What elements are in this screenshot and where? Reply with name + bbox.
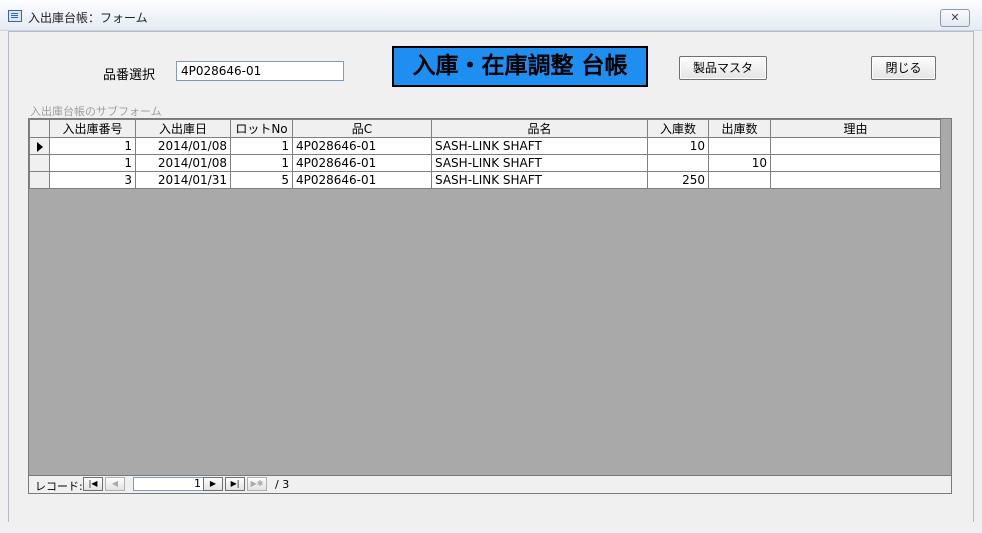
column-header[interactable]: 理由	[770, 119, 941, 138]
select-all-corner[interactable]	[29, 119, 50, 138]
table-cell[interactable]: 10	[647, 137, 709, 155]
column-header[interactable]: 品C	[292, 119, 432, 138]
form-window: 入出庫台帳：フォーム ✕ 品番選択 入庫・在庫調整 台帳 製品マスタ 閉じる 入…	[0, 0, 982, 533]
column-header[interactable]: ロットNo	[230, 119, 293, 138]
form-icon	[8, 10, 22, 22]
table-cell[interactable]	[770, 154, 941, 172]
subform-label: 入出庫台帳のサブフォーム	[30, 105, 162, 118]
close-window-button[interactable]: ✕	[940, 9, 970, 27]
next-record-icon: ▶	[209, 479, 217, 488]
current-record-icon	[36, 141, 43, 152]
ledger-table: 入出庫番号 入出庫日 ロットNo 品C 品名 入庫数 出庫数 理由 1 2014…	[29, 119, 941, 189]
first-record-button[interactable]: |◀	[83, 477, 103, 491]
window-title: 入出庫台帳：フォーム	[28, 11, 148, 25]
table-cell[interactable]: 5	[230, 171, 293, 189]
table-cell[interactable]: 1	[49, 137, 136, 155]
record-total: / 3	[275, 478, 290, 491]
table-cell[interactable]	[708, 171, 771, 189]
table-cell[interactable]: 250	[647, 171, 709, 189]
column-header[interactable]: 入出庫日	[135, 119, 231, 138]
table-cell[interactable]: 4P028646-01	[292, 137, 432, 155]
table-cell[interactable]: 1	[49, 154, 136, 172]
column-header[interactable]: 出庫数	[708, 119, 771, 138]
subform-datasheet: 入出庫番号 入出庫日 ロットNo 品C 品名 入庫数 出庫数 理由 1 2014…	[28, 118, 952, 476]
table-cell[interactable]: 10	[708, 154, 771, 172]
first-record-icon: |◀	[88, 479, 98, 488]
record-selector[interactable]	[29, 171, 50, 189]
new-record-button[interactable]: ▶✱	[247, 477, 267, 491]
table-cell[interactable]	[647, 154, 709, 172]
table-cell[interactable]: 4P028646-01	[292, 171, 432, 189]
column-header[interactable]: 入庫数	[647, 119, 709, 138]
header-row: 入出庫番号 入出庫日 ロットNo 品C 品名 入庫数 出庫数 理由	[29, 119, 941, 138]
next-record-button[interactable]: ▶	[203, 477, 223, 491]
record-label: レコード:	[35, 480, 83, 493]
title-bar: 入出庫台帳：フォーム ✕	[0, 0, 982, 31]
table-row[interactable]: 1 2014/01/08 1 4P028646-01 SASH-LINK SHA…	[29, 154, 941, 172]
table-cell[interactable]: 4P028646-01	[292, 154, 432, 172]
column-header[interactable]: 品名	[431, 119, 648, 138]
table-row[interactable]: 3 2014/01/31 5 4P028646-01 SASH-LINK SHA…	[29, 171, 941, 189]
table-cell[interactable]	[770, 171, 941, 189]
table-cell[interactable]	[770, 137, 941, 155]
table-cell[interactable]: SASH-LINK SHAFT	[431, 137, 648, 155]
previous-record-button[interactable]: ◀	[105, 477, 125, 491]
close-icon: ✕	[950, 11, 960, 24]
table-cell[interactable]	[708, 137, 771, 155]
form-title-banner: 入庫・在庫調整 台帳	[392, 46, 648, 87]
new-record-icon: ▶✱	[250, 479, 264, 488]
table-cell[interactable]: SASH-LINK SHAFT	[431, 154, 648, 172]
table-cell[interactable]: 2014/01/08	[135, 137, 231, 155]
hinban-input[interactable]	[176, 61, 344, 81]
table-cell[interactable]: 3	[49, 171, 136, 189]
current-record-input[interactable]: 1	[133, 477, 205, 491]
table-cell[interactable]: 2014/01/31	[135, 171, 231, 189]
record-selector[interactable]	[29, 137, 50, 155]
table-cell[interactable]: 1	[230, 137, 293, 155]
close-button[interactable]: 閉じる	[871, 56, 936, 80]
table-cell[interactable]: 2014/01/08	[135, 154, 231, 172]
table-row[interactable]: 1 2014/01/08 1 4P028646-01 SASH-LINK SHA…	[29, 137, 941, 155]
column-header[interactable]: 入出庫番号	[49, 119, 136, 138]
last-record-button[interactable]: ▶|	[225, 477, 245, 491]
table-cell[interactable]: SASH-LINK SHAFT	[431, 171, 648, 189]
hinban-label: 品番選択	[103, 68, 156, 83]
table-cell[interactable]: 1	[230, 154, 293, 172]
product-master-button[interactable]: 製品マスタ	[679, 56, 767, 80]
previous-record-icon: ◀	[111, 479, 119, 488]
record-navigation-bar: レコード: |◀ ◀ 1 ▶ ▶| ▶✱ / 3	[28, 476, 952, 494]
status-strip	[0, 522, 982, 533]
record-selector[interactable]	[29, 154, 50, 172]
last-record-icon: ▶|	[230, 479, 240, 488]
